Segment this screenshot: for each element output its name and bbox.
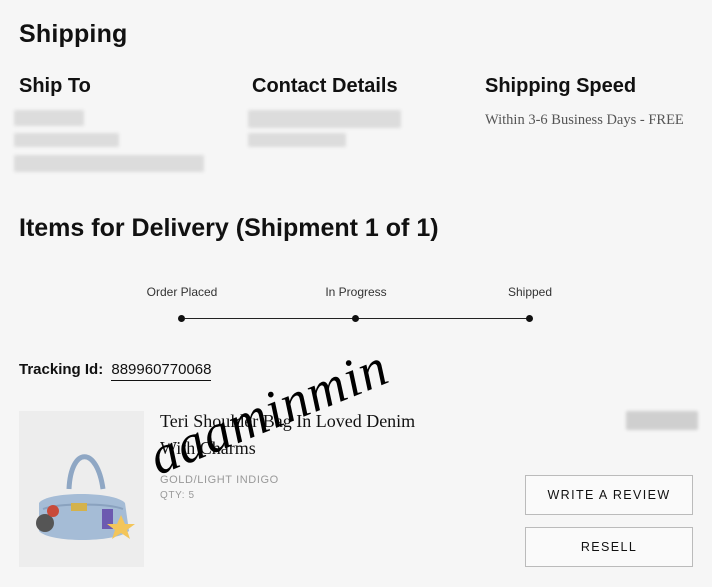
denim-shoulder-bag-image	[36, 454, 135, 540]
timeline-dot	[352, 315, 359, 322]
write-review-button[interactable]: WRITE A REVIEW	[525, 475, 693, 515]
redacted-price	[626, 411, 698, 430]
items-delivery-heading: Items for Delivery (Shipment 1 of 1)	[19, 214, 439, 242]
product-quantity: QTY: 5	[160, 490, 195, 501]
timeline-label-in-progress: In Progress	[325, 285, 387, 299]
redacted-address-line	[14, 155, 204, 172]
contact-details-heading: Contact Details	[252, 75, 398, 97]
resell-button[interactable]: RESELL	[525, 527, 693, 567]
shipping-heading: Shipping	[19, 20, 128, 48]
timeline-dot	[526, 315, 533, 322]
redacted-address-line	[14, 110, 84, 126]
redacted-contact-line	[248, 110, 401, 128]
ship-to-heading: Ship To	[19, 75, 91, 97]
timeline-label-shipped: Shipped	[507, 285, 553, 299]
timeline-label-order-placed: Order Placed	[146, 285, 218, 299]
shipping-speed-text: Within 3-6 Business Days - FREE	[485, 112, 684, 128]
product-image[interactable]	[19, 411, 144, 567]
shipping-speed-heading: Shipping Speed	[485, 75, 637, 97]
tracking-row: Tracking Id: 889960770068	[19, 361, 212, 381]
tracking-number-link[interactable]: 889960770068	[111, 361, 212, 381]
redacted-contact-line	[248, 133, 346, 147]
timeline-dot	[178, 315, 185, 322]
tracking-label: Tracking Id:	[19, 361, 104, 378]
redacted-address-line	[14, 133, 119, 147]
